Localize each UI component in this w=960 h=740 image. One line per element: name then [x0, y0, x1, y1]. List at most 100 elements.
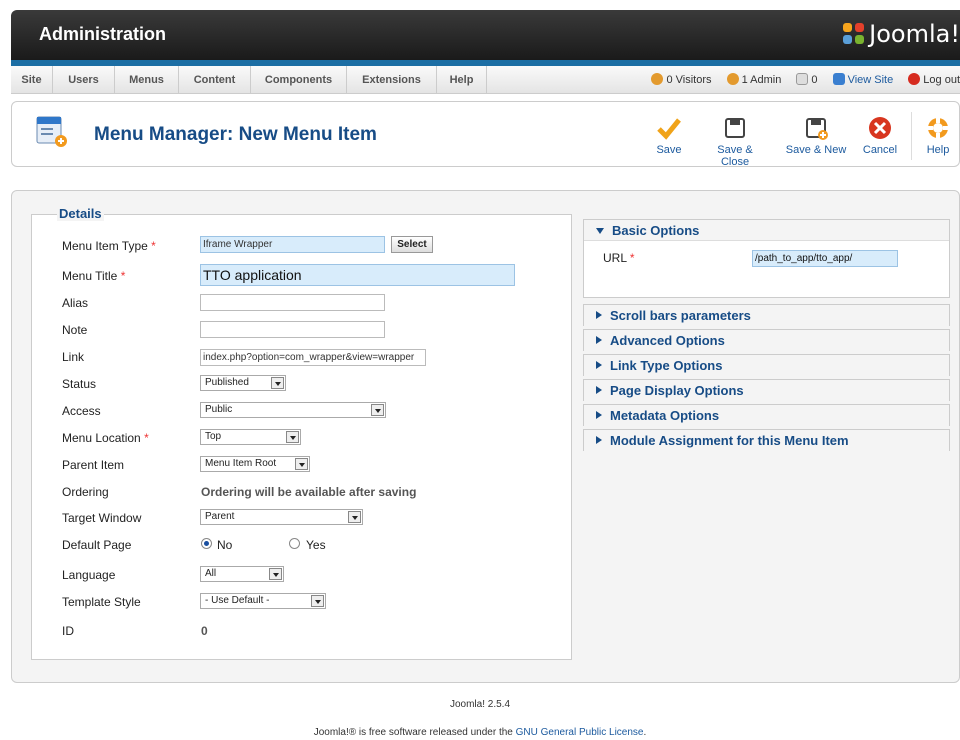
default-page-label: Default Page	[62, 538, 132, 552]
metadata-header[interactable]: Metadata Options	[584, 405, 949, 426]
alias-input[interactable]	[200, 294, 385, 311]
default-page-no-label: No	[217, 538, 233, 552]
menu-location-select[interactable]: Top	[200, 429, 301, 445]
menu-extensions[interactable]: Extensions	[347, 66, 437, 94]
messages-status[interactable]: 0	[796, 73, 818, 86]
parent-item-select[interactable]: Menu Item Root	[200, 456, 310, 472]
collapsed-icon	[596, 436, 602, 444]
target-window-select[interactable]: Parent	[200, 509, 363, 525]
admins-status: 1 Admin	[726, 73, 781, 86]
note-label: Note	[62, 323, 88, 337]
scroll-bars-header[interactable]: Scroll bars parameters	[584, 305, 949, 326]
menu-content[interactable]: Content	[179, 66, 251, 94]
ordering-label: Ordering	[62, 485, 109, 499]
admin-header: Administration Joomla!	[11, 10, 960, 60]
basic-options-panel: Basic Options URL * /path_to_app/tto_app…	[583, 219, 950, 298]
access-label: Access	[62, 404, 101, 418]
menu-location-label: Menu Location *	[62, 431, 149, 445]
cancel-button[interactable]: Cancel	[860, 116, 900, 156]
menu-users[interactable]: Users	[53, 66, 115, 94]
url-input[interactable]: /path_to_app/tto_app/	[752, 250, 898, 267]
chevron-down-icon	[371, 404, 384, 416]
save-button[interactable]: Save	[652, 116, 686, 156]
basic-options-header[interactable]: Basic Options	[584, 220, 949, 241]
menu-menus[interactable]: Menus	[115, 66, 179, 94]
details-legend: Details	[57, 206, 104, 221]
visitors-icon	[651, 73, 664, 85]
menu-title-label: Menu Title *	[62, 269, 126, 283]
collapsed-icon	[596, 386, 602, 394]
chevron-down-icon	[269, 568, 282, 580]
lifebuoy-icon	[928, 118, 948, 138]
logout-link[interactable]: Log out	[908, 73, 960, 86]
default-page-no-radio[interactable]	[201, 538, 212, 549]
main-menu-bar: Site Users Menus Content Components Exte…	[11, 66, 960, 94]
chevron-down-icon	[348, 511, 361, 523]
template-style-label: Template Style	[62, 595, 141, 609]
cancel-icon	[869, 117, 891, 139]
floppy-disk-icon	[725, 118, 745, 138]
target-window-label: Target Window	[62, 511, 142, 525]
link-type-header[interactable]: Link Type Options	[584, 355, 949, 376]
module-assignment-panel[interactable]: Module Assignment for this Menu Item	[583, 429, 950, 451]
menu-components[interactable]: Components	[251, 66, 347, 94]
save-close-button[interactable]: Save & Close	[702, 116, 768, 168]
status-select[interactable]: Published	[200, 375, 286, 391]
joomla-logo-text: Joomla!	[869, 20, 960, 48]
scroll-bars-panel[interactable]: Scroll bars parameters	[583, 304, 950, 326]
id-label: ID	[62, 624, 74, 638]
collapsed-icon	[596, 311, 602, 319]
license-text: Joomla!® is free software released under…	[313, 727, 647, 738]
save-new-button[interactable]: Save & New	[783, 116, 849, 156]
visitors-status: 0 Visitors	[651, 73, 712, 86]
menu-manager-icon	[36, 116, 67, 147]
gpl-link[interactable]: GNU General Public License	[516, 727, 644, 738]
parent-item-label: Parent Item	[62, 458, 125, 472]
mail-icon	[796, 73, 809, 85]
chevron-down-icon	[295, 458, 308, 470]
default-page-yes-label: Yes	[306, 538, 326, 552]
admin-title: Administration	[39, 24, 167, 44]
floppy-disk-plus-icon	[806, 118, 828, 140]
collapsed-icon	[596, 361, 602, 369]
id-value: 0	[201, 624, 208, 638]
link-field: index.php?option=com_wrapper&view=wrappe…	[200, 349, 426, 366]
collapsed-icon	[596, 336, 602, 344]
page-display-panel[interactable]: Page Display Options	[583, 379, 950, 401]
select-type-button[interactable]: Select	[391, 236, 433, 253]
advanced-options-header[interactable]: Advanced Options	[584, 330, 949, 351]
joomla-logo[interactable]: Joomla!	[843, 20, 960, 48]
advanced-options-panel[interactable]: Advanced Options	[583, 329, 950, 351]
chevron-down-icon	[286, 431, 299, 443]
logout-icon	[908, 73, 921, 85]
metadata-panel[interactable]: Metadata Options	[583, 404, 950, 426]
language-label: Language	[62, 568, 116, 582]
page-display-header[interactable]: Page Display Options	[584, 380, 949, 401]
toolbar-box: Menu Manager: New Menu Item Save Save & …	[11, 101, 960, 168]
checkmark-icon	[657, 118, 681, 140]
template-style-select[interactable]: - Use Default -	[200, 593, 326, 609]
menu-help[interactable]: Help	[437, 66, 487, 94]
default-page-yes-radio[interactable]	[289, 538, 300, 549]
status-label: Status	[62, 377, 97, 391]
page-title: Menu Manager: New Menu Item	[94, 124, 377, 145]
module-assignment-header[interactable]: Module Assignment for this Menu Item	[584, 430, 949, 451]
collapsed-icon	[596, 411, 602, 419]
view-site-link[interactable]: View Site	[832, 73, 893, 86]
help-button[interactable]: Help	[922, 116, 954, 156]
version-text: Joomla! 2.5.4	[449, 699, 511, 710]
alias-label: Alias	[62, 296, 89, 310]
menu-title-input[interactable]: TTO application	[200, 264, 515, 286]
chevron-down-icon	[311, 595, 324, 607]
access-select[interactable]: Public	[200, 402, 386, 418]
note-input[interactable]	[200, 321, 385, 338]
link-type-panel[interactable]: Link Type Options	[583, 354, 950, 376]
url-label: URL *	[603, 251, 635, 265]
toolbar-separator	[911, 112, 912, 160]
expanded-icon	[596, 228, 604, 234]
ordering-value: Ordering will be available after saving	[201, 485, 417, 499]
joomla-logo-icon	[843, 23, 865, 45]
menu-site[interactable]: Site	[11, 66, 53, 94]
admin-icon	[726, 73, 739, 85]
language-select[interactable]: All	[200, 566, 284, 582]
